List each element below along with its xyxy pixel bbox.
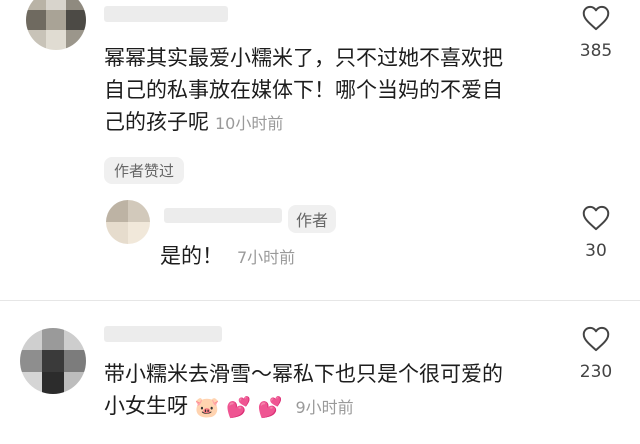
avatar[interactable] xyxy=(106,200,150,244)
avatar-pixel xyxy=(42,372,64,394)
avatar-pixel xyxy=(64,372,86,394)
avatar-pixel xyxy=(26,30,46,50)
avatar-pixel xyxy=(46,0,66,10)
avatar-pixel xyxy=(42,328,64,350)
avatar-pixel xyxy=(46,30,66,50)
avatar-pixel xyxy=(128,200,150,222)
comment-text: 带小糯米去滑雪～幂私下也只是个很可爱的 小女生呀 🐷 💕 💕 9小时前 xyxy=(104,358,574,424)
avatar-pixel xyxy=(26,0,46,10)
comment-time: 9小时前 xyxy=(295,398,354,417)
avatar-pixel xyxy=(26,10,46,30)
avatar-pixel xyxy=(106,222,128,244)
avatar-pixel xyxy=(20,328,42,350)
avatar-pixel xyxy=(128,222,150,244)
avatar-pixel xyxy=(66,10,86,30)
comment-line-text: 小女生呀 xyxy=(104,394,188,418)
like-button[interactable]: 30 xyxy=(574,205,618,261)
avatar-pixel xyxy=(64,350,86,372)
like-count: 30 xyxy=(585,241,607,261)
two-hearts-emoji: 💕 xyxy=(226,395,252,419)
heart-outline-icon[interactable] xyxy=(582,5,610,31)
reply-text: 是的！ 7小时前 xyxy=(160,240,295,274)
comment-line: 带小糯米去滑雪～幂私下也只是个很可爱的 xyxy=(104,362,503,386)
heart-outline-icon[interactable] xyxy=(582,205,610,231)
divider xyxy=(0,300,640,301)
like-count: 385 xyxy=(579,41,613,61)
pig-emoji: 🐷 xyxy=(194,395,220,419)
comment-line: 小女生呀 🐷 💕 💕 9小时前 xyxy=(104,390,574,424)
avatar-pixel xyxy=(64,328,86,350)
two-hearts-emoji: 💕 xyxy=(257,395,283,419)
avatar-pixel xyxy=(106,200,128,222)
username[interactable] xyxy=(104,6,228,22)
comment-text: 幂幂其实最爱小糯米了，只不过她不喜欢把 自己的私事放在媒体下！哪个当妈的不爱自 … xyxy=(104,42,574,140)
author-tag: 作者 xyxy=(288,205,337,233)
avatar-pixel xyxy=(20,372,42,394)
username[interactable] xyxy=(164,208,282,223)
avatar[interactable] xyxy=(20,328,86,394)
avatar-pixel xyxy=(66,0,86,10)
avatar[interactable] xyxy=(26,0,86,50)
author-liked-badge: 作者赞过 xyxy=(104,157,185,184)
avatar-pixel xyxy=(42,350,64,372)
avatar-pixel xyxy=(46,10,66,30)
reply-time: 7小时前 xyxy=(237,248,296,267)
comment-line-text: 己的孩子呢 xyxy=(104,110,209,134)
like-count: 230 xyxy=(579,362,613,382)
avatar-pixel xyxy=(20,350,42,372)
reply-text-content: 是的！ xyxy=(160,244,223,268)
like-button[interactable]: 230 xyxy=(574,326,618,382)
heart-outline-icon[interactable] xyxy=(582,326,610,352)
comment-time: 10小时前 xyxy=(215,114,284,133)
username[interactable] xyxy=(104,326,222,342)
avatar-pixel xyxy=(66,30,86,50)
comment-line: 自己的私事放在媒体下！哪个当妈的不爱自 xyxy=(104,78,503,102)
like-button[interactable]: 385 xyxy=(574,5,618,61)
comment-line: 幂幂其实最爱小糯米了，只不过她不喜欢把 xyxy=(104,46,503,70)
comment-line: 己的孩子呢 10小时前 xyxy=(104,106,574,140)
